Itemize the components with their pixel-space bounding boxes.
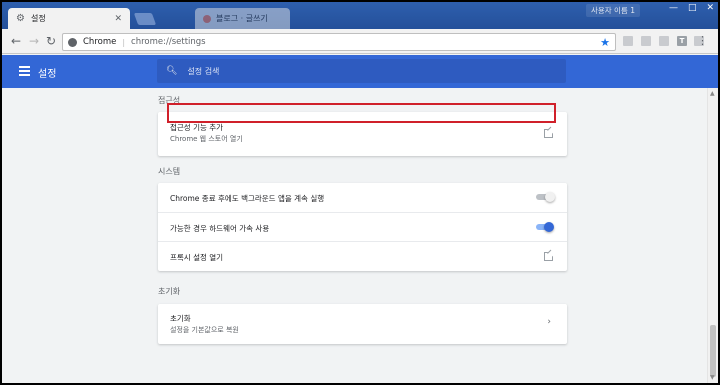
background-apps-row[interactable]: Chrome 종료 후에도 백그라운드 앱을 계속 실행 xyxy=(158,183,567,212)
reset-card: 초기화 설정을 기본값으로 복원 › xyxy=(158,304,567,344)
profile-name[interactable]: 사용자 이름 1 xyxy=(585,4,640,17)
tab-settings[interactable]: ⚙ 설정 ✕ xyxy=(8,8,130,29)
close-window-button[interactable]: ✕ xyxy=(706,2,714,14)
bookmark-star-icon[interactable]: ★ xyxy=(600,36,610,49)
settings-content: 접근성 접근성 기능 추가 Chrome 웹 스토어 열기 시스템 Chrome… xyxy=(2,88,718,383)
extension-icon[interactable] xyxy=(623,36,633,46)
proxy-settings-row[interactable]: 프록시 설정 열기 xyxy=(158,241,567,271)
minimize-button[interactable]: — xyxy=(669,2,678,14)
settings-header: 설정 🔍︎ xyxy=(2,55,718,88)
background-apps-toggle[interactable] xyxy=(534,192,555,202)
search-input[interactable] xyxy=(187,66,548,76)
menu-icon[interactable] xyxy=(19,66,30,76)
back-arrow-icon[interactable]: ← xyxy=(8,33,24,49)
settings-search[interactable]: 🔍︎ xyxy=(157,59,566,83)
system-card: Chrome 종료 후에도 백그라운드 앱을 계속 실행 가능한 경우 하드웨어… xyxy=(158,183,567,271)
external-link-icon[interactable] xyxy=(544,129,553,138)
row-label: Chrome 종료 후에도 백그라운드 앱을 계속 실행 xyxy=(170,194,325,203)
section-heading-system: 시스템 xyxy=(158,167,181,176)
new-tab-button[interactable] xyxy=(133,13,157,25)
highlight-box xyxy=(167,103,556,123)
section-heading-reset: 초기화 xyxy=(158,287,181,296)
tab-title: 설정 xyxy=(31,14,46,23)
forward-arrow-icon[interactable]: → xyxy=(26,33,42,49)
search-icon: 🔍︎ xyxy=(166,66,178,76)
row-label: 초기화 xyxy=(170,314,191,323)
tab-strip: ⚙ 설정 ✕ 블로그 · 글쓰기 사용자 이름 1 — □ ✕ xyxy=(2,2,718,29)
scrollbar-thumb[interactable] xyxy=(710,325,716,377)
row-label: 프록시 설정 열기 xyxy=(170,253,224,262)
extension-icon[interactable]: T xyxy=(677,36,687,46)
row-label: 가능한 경우 하드웨어 가속 사용 xyxy=(170,224,270,233)
scroll-down-icon[interactable]: ▼ xyxy=(710,374,715,381)
window-controls: — □ ✕ xyxy=(669,2,714,14)
chrome-menu-icon[interactable]: ⋮ xyxy=(697,34,708,48)
extension-icon[interactable] xyxy=(641,36,651,46)
page-title: 설정 xyxy=(38,69,57,80)
extension-icon[interactable] xyxy=(659,36,669,46)
url-text[interactable]: chrome://settings xyxy=(131,37,600,47)
tab-blog[interactable]: 블로그 · 글쓰기 xyxy=(195,8,290,29)
gear-icon: ⚙ xyxy=(16,12,25,24)
maximize-button[interactable]: □ xyxy=(688,2,697,14)
browser-window: ⚙ 설정 ✕ 블로그 · 글쓰기 사용자 이름 1 — □ ✕ ← → ↻ Ch… xyxy=(2,2,718,383)
external-link-icon[interactable] xyxy=(544,252,553,261)
tab-close-icon[interactable]: ✕ xyxy=(114,14,122,24)
scroll-up-icon[interactable]: ▲ xyxy=(710,90,715,97)
hardware-acceleration-toggle[interactable] xyxy=(534,222,554,232)
scrollbar[interactable]: ▲ ▼ xyxy=(707,88,718,383)
row-label: 접근성 기능 추가 xyxy=(170,123,224,132)
tab-title: 블로그 · 글쓰기 xyxy=(216,14,268,23)
site-chip: Chrome xyxy=(83,37,117,47)
reset-row[interactable]: 초기화 설정을 기본값으로 복원 › xyxy=(158,304,567,344)
browser-toolbar: ← → ↻ Chrome | chrome://settings ★ T ⋮ xyxy=(2,29,718,54)
reload-icon[interactable]: ↻ xyxy=(43,33,59,49)
row-sublabel: Chrome 웹 스토어 열기 xyxy=(170,135,243,143)
divider: | xyxy=(122,37,126,47)
address-bar[interactable]: Chrome | chrome://settings ★ xyxy=(62,33,616,51)
chevron-right-icon[interactable]: › xyxy=(547,317,551,327)
row-sublabel: 설정을 기본값으로 복원 xyxy=(170,326,239,334)
hardware-acceleration-row[interactable]: 가능한 경우 하드웨어 가속 사용 xyxy=(158,212,567,241)
chrome-icon xyxy=(68,37,77,47)
favicon-icon xyxy=(203,14,211,23)
